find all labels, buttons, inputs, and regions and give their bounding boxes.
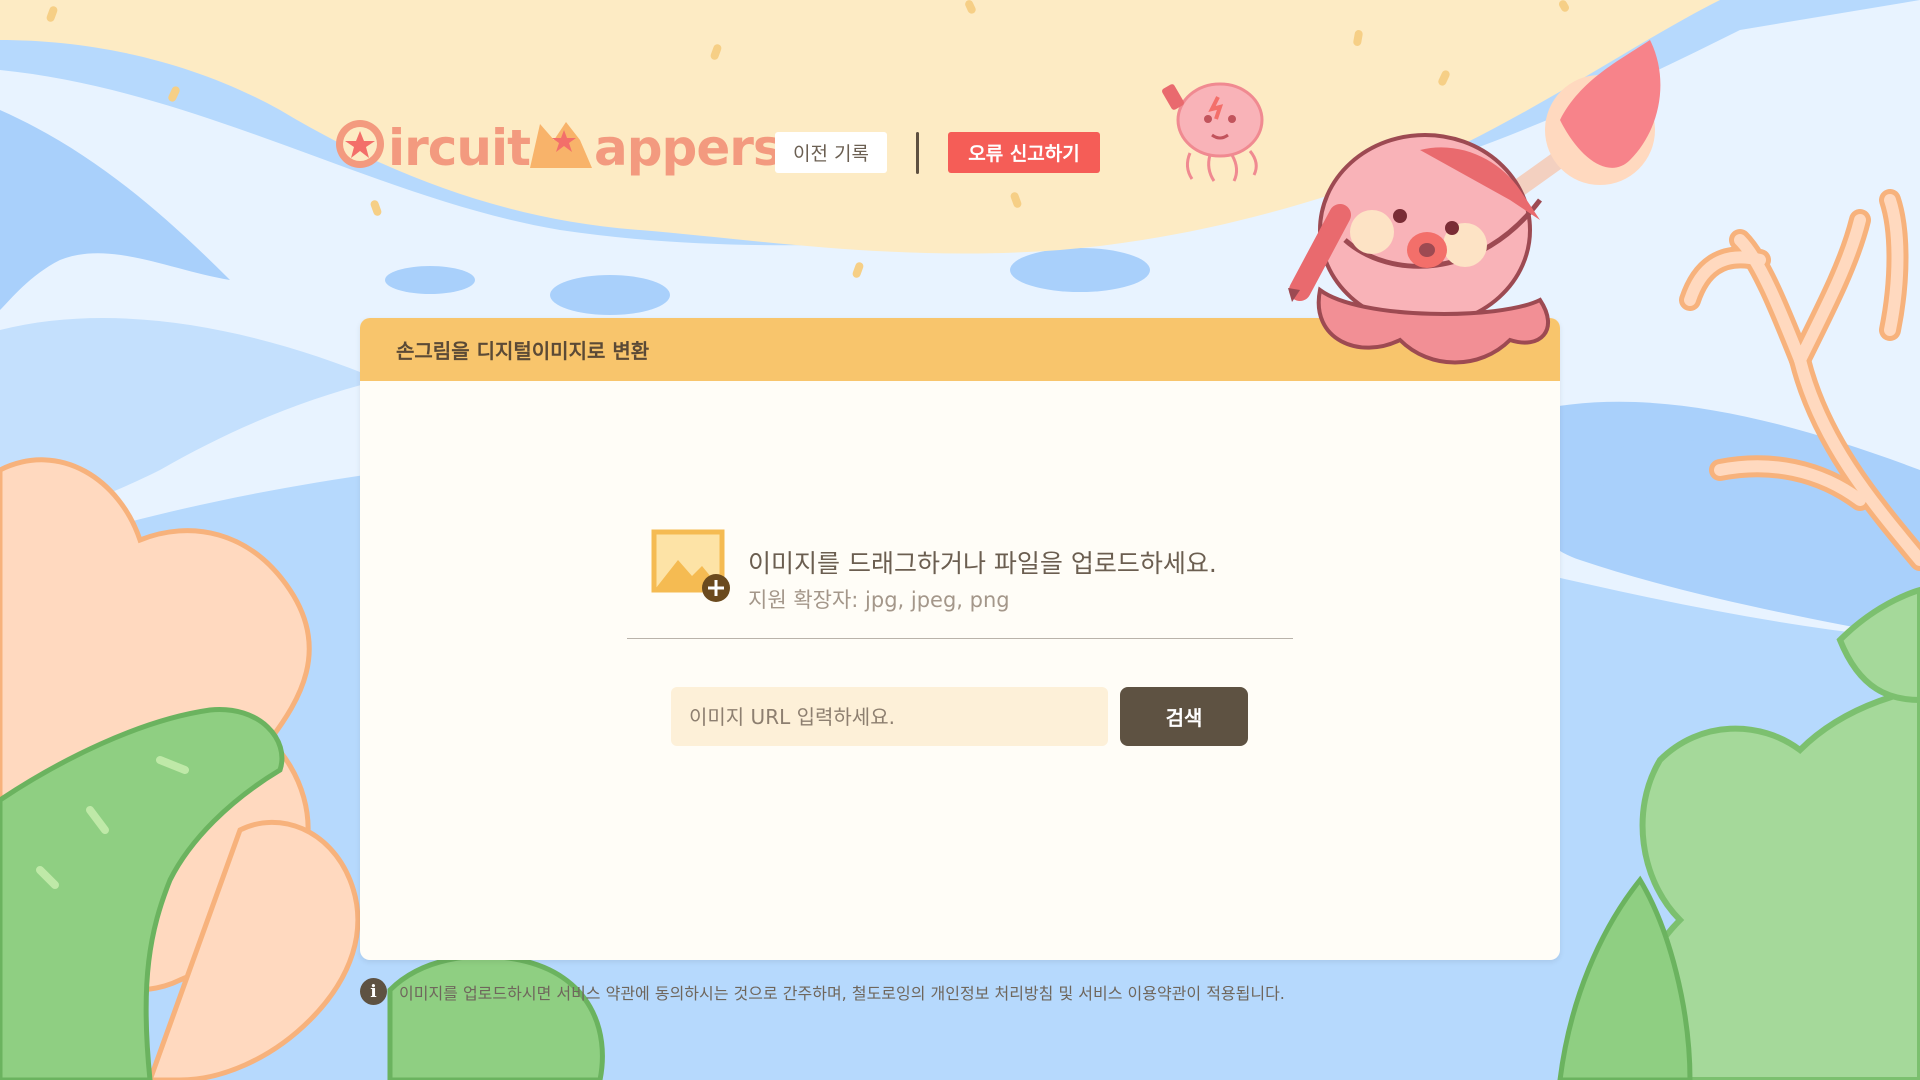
logo-word-circuit: ircuit [388, 119, 531, 177]
mappers-logo-mark [530, 122, 592, 168]
upload-dropzone[interactable]: 이미지를 드래그하거나 파일을 업로드하세요. 지원 확장자: jpg, jpe… [650, 528, 1270, 618]
card-divider [627, 638, 1293, 639]
header-divider [916, 132, 919, 174]
search-button[interactable]: 검색 [1120, 687, 1248, 746]
report-error-button[interactable]: 오류 신고하기 [948, 132, 1100, 173]
circuit-logo-mark [336, 120, 384, 168]
upload-title: 이미지를 드래그하거나 파일을 업로드하세요. [748, 549, 1217, 578]
image-url-input[interactable] [671, 687, 1108, 746]
upload-supported-extensions: 지원 확장자: jpg, jpeg, png [748, 588, 1010, 612]
conversion-card: 손그림을 디지털이미지로 변환 이미지를 드래그하거나 파일을 업로드하세요. … [360, 318, 1560, 960]
octopus-mascot-illustration [1288, 40, 1661, 365]
image-upload-icon [651, 529, 730, 602]
info-icon: i [360, 978, 387, 1005]
history-button[interactable]: 이전 기록 [775, 132, 887, 173]
terms-notice: i 이미지를 업로드하시면 서비스 약관에 동의하시는 것으로 간주하며, 철도… [360, 978, 1285, 1005]
logo-word-mappers: appers [594, 119, 783, 177]
terms-notice-text: 이미지를 업로드하시면 서비스 약관에 동의하시는 것으로 간주하며, 철도로잉… [399, 983, 1285, 1003]
